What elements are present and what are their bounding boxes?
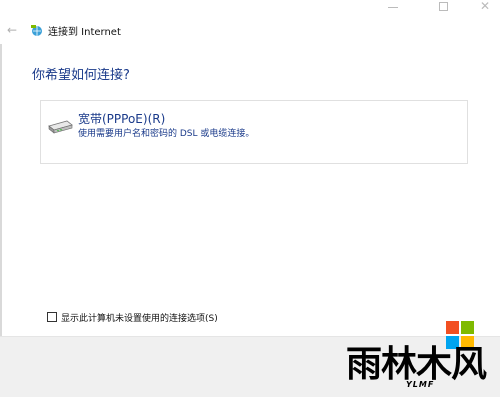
- modem-icon: [48, 120, 73, 134]
- window-title: 连接到 Internet: [48, 27, 121, 38]
- show-options-checkbox-label[interactable]: 显示此计算机未设置使用的连接选项(S): [61, 311, 218, 324]
- close-button[interactable]: ✕: [476, 0, 494, 14]
- option-title: 宽带(PPPoE)(R): [78, 112, 166, 126]
- back-arrow-icon[interactable]: ←: [4, 22, 20, 38]
- network-globe-icon: [31, 25, 42, 36]
- watermark-sub-text: YLMF: [406, 380, 435, 389]
- flag-red-quadrant: [446, 321, 459, 334]
- page-heading: 你希望如何连接?: [32, 68, 130, 83]
- maximize-button[interactable]: [436, 1, 450, 13]
- option-description: 使用需要用户名和密码的 DSL 或电缆连接。: [78, 129, 255, 139]
- watermark-logo-text: 雨林木风: [346, 344, 487, 385]
- flag-green-quadrant: [461, 321, 474, 334]
- title-bar: ← 连接到 Internet ✕: [0, 0, 500, 44]
- show-options-checkbox[interactable]: [47, 312, 57, 322]
- broadband-pppoe-option[interactable]: 宽带(PPPoE)(R) 使用需要用户名和密码的 DSL 或电缆连接。: [40, 100, 468, 164]
- minimize-button[interactable]: [383, 2, 403, 12]
